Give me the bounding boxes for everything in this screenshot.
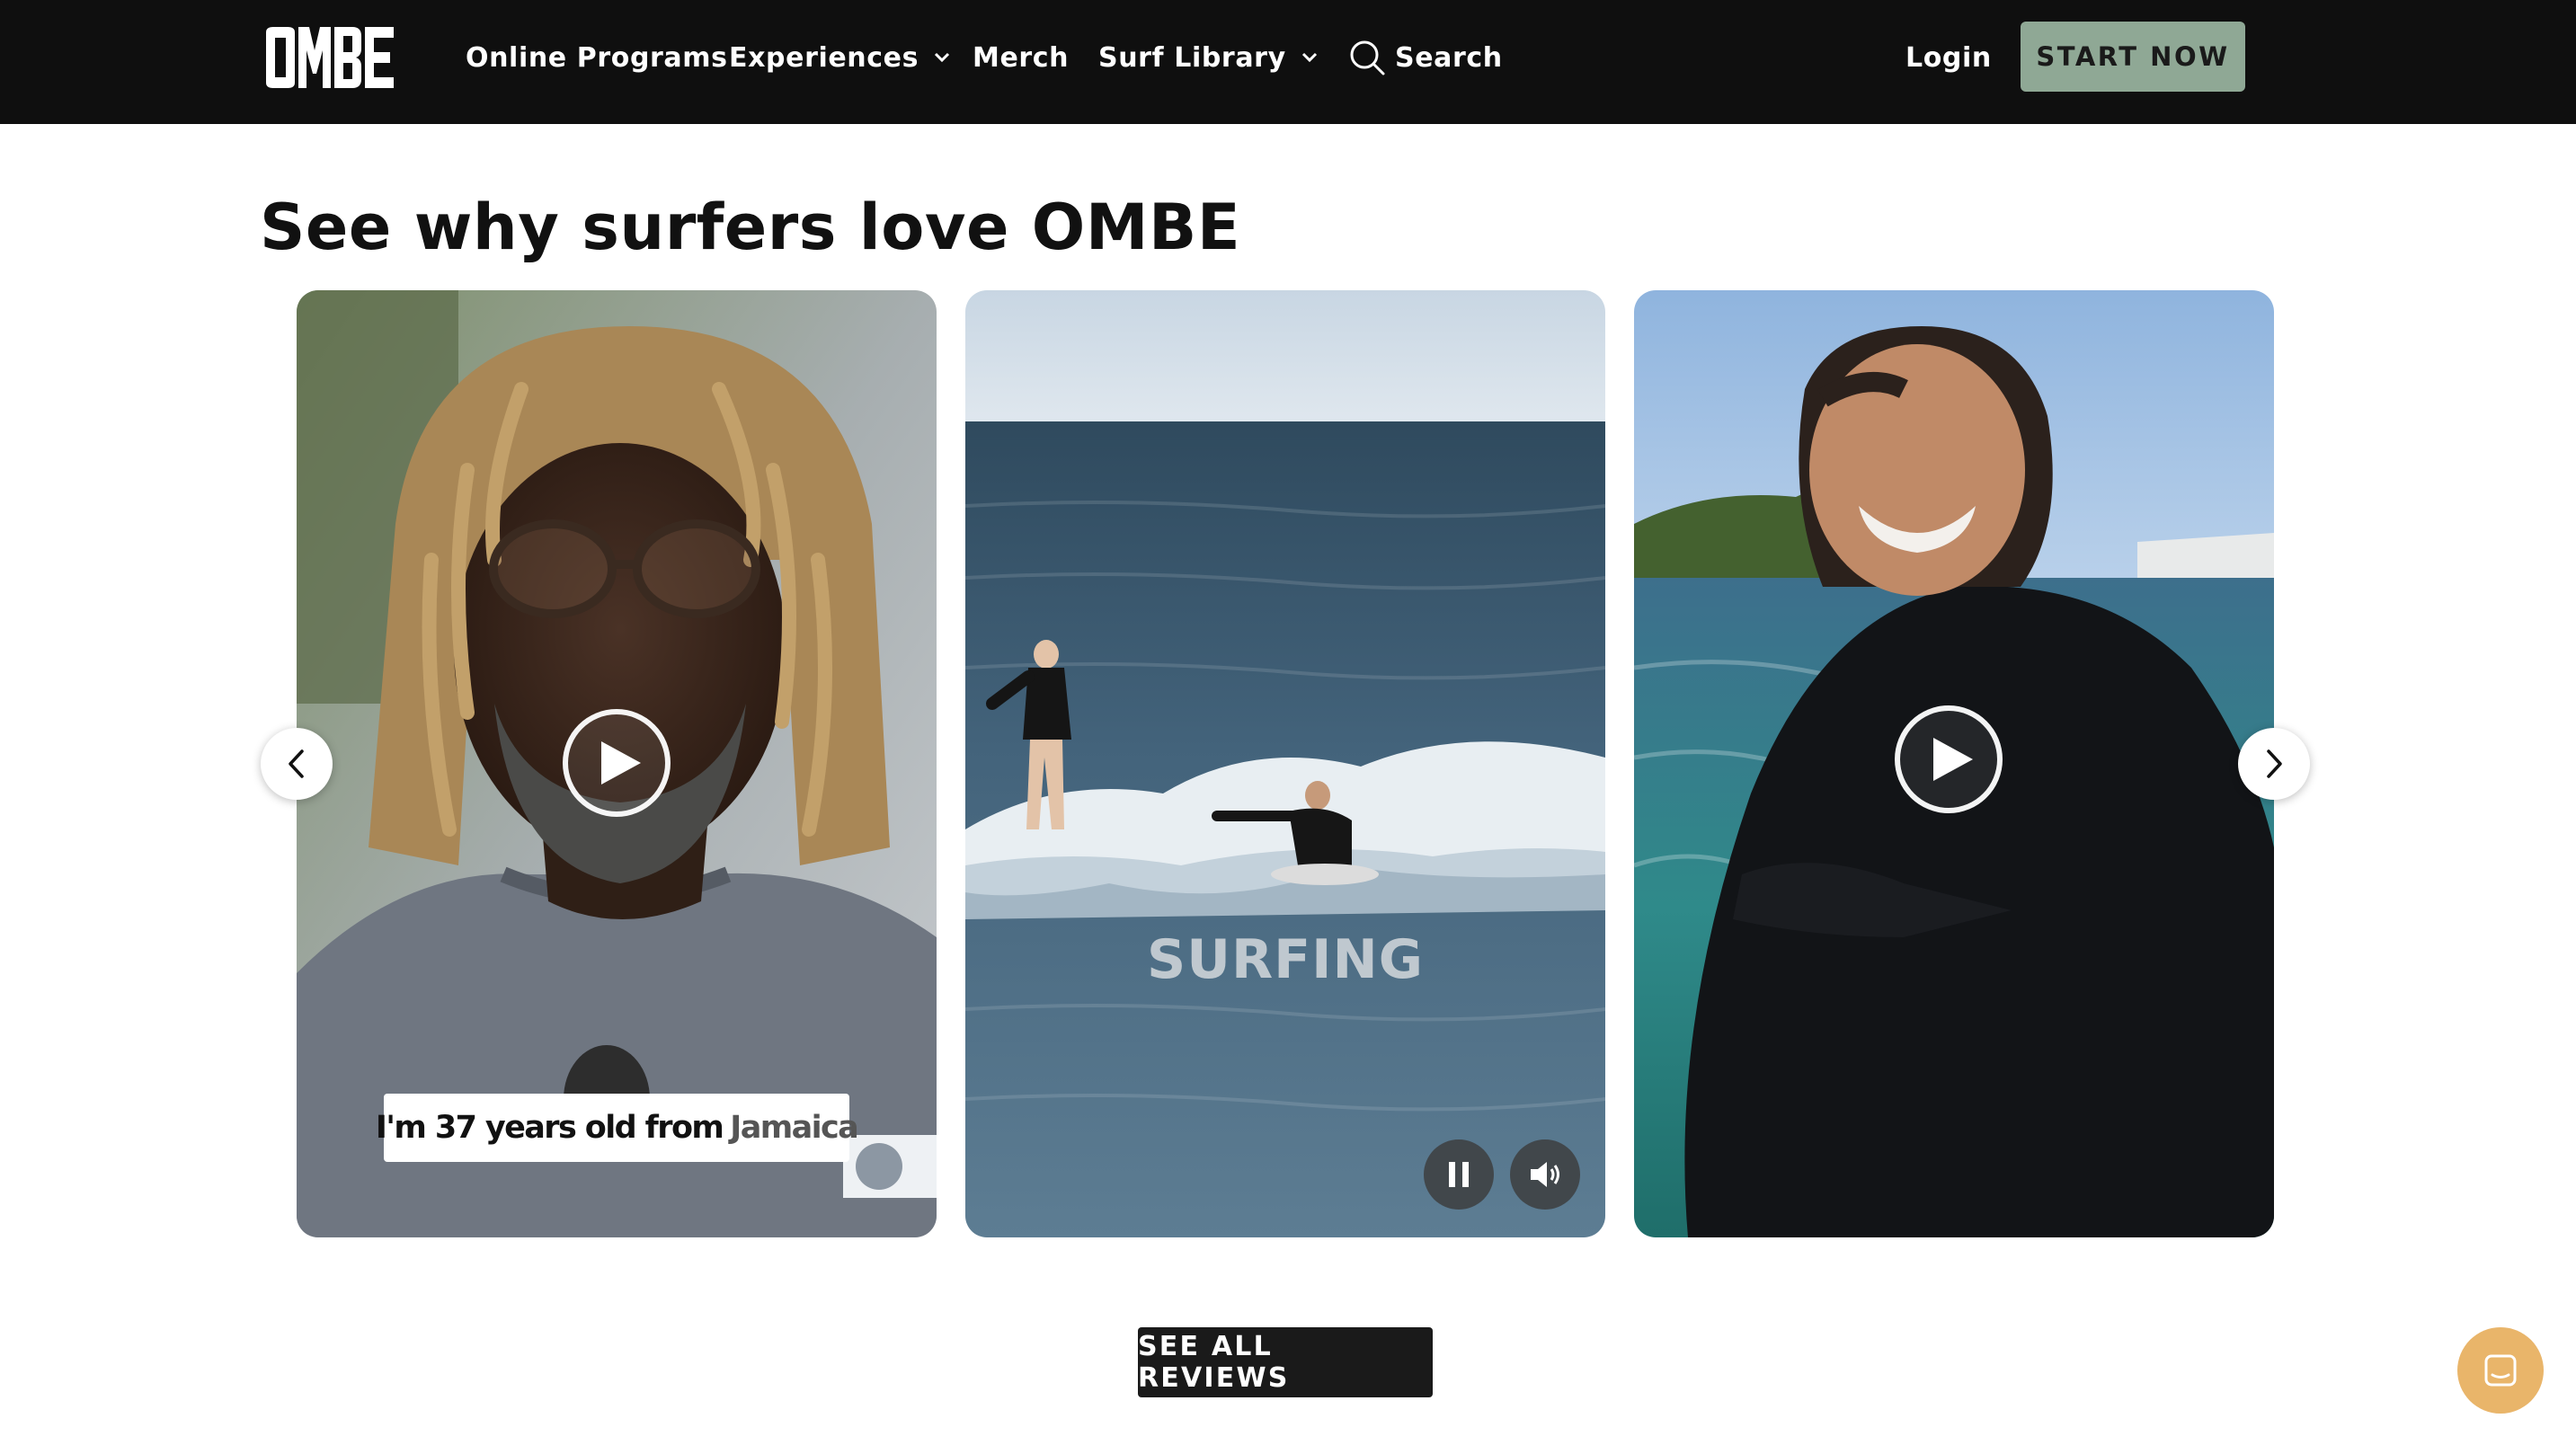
chevron-down-icon xyxy=(934,52,950,63)
chevron-right-icon xyxy=(2267,749,2282,778)
nav-link-experiences[interactable]: Experiences xyxy=(729,0,951,115)
volume-button[interactable] xyxy=(1510,1139,1580,1210)
caption-text: I'm 37 years old from xyxy=(375,1110,724,1146)
volume-icon xyxy=(1531,1162,1559,1187)
login-label: Login xyxy=(1905,41,1992,74)
login-link[interactable]: Login xyxy=(1905,0,1992,115)
pause-button[interactable] xyxy=(1424,1139,1494,1210)
chevron-down-icon xyxy=(1301,52,1317,63)
play-button[interactable] xyxy=(563,709,671,817)
caption-highlight: Jamaica xyxy=(730,1110,859,1146)
chevron-left-icon xyxy=(289,749,304,778)
carousel-prev-button[interactable] xyxy=(261,728,333,800)
start-now-button[interactable]: START NOW xyxy=(2021,22,2245,92)
search-icon xyxy=(1350,40,1385,75)
testimonial-video-card-3[interactable] xyxy=(1634,290,2274,1237)
nav-link-online-programs[interactable]: Online Programs xyxy=(466,0,728,115)
section-title: See why surfers love OMBE xyxy=(260,191,1241,264)
search-label: Search xyxy=(1395,41,1503,74)
play-icon xyxy=(1933,738,1973,781)
nav-link-label: Merch xyxy=(973,41,1070,74)
top-navigation: Online Programs Experiences Merch Surf L… xyxy=(0,0,2576,124)
nav-link-label: Online Programs xyxy=(466,41,728,74)
nav-link-label: Surf Library xyxy=(1098,41,1286,74)
chat-icon xyxy=(2484,1354,2517,1387)
carousel-next-button[interactable] xyxy=(2238,728,2310,800)
video-caption: I'm 37 years old from Jamaica xyxy=(376,1094,859,1162)
chat-launcher-button[interactable] xyxy=(2457,1327,2544,1414)
nav-link-label: Experiences xyxy=(729,41,919,74)
testimonial-video-card-2[interactable]: SURFING xyxy=(965,290,1605,1237)
play-button[interactable] xyxy=(1895,705,2003,813)
surfing-video-frame xyxy=(965,290,1605,1237)
nav-link-merch[interactable]: Merch xyxy=(973,0,1069,115)
play-icon xyxy=(601,741,641,785)
ombe-logo[interactable] xyxy=(262,23,395,92)
testimonial-video-card-1[interactable]: I'm 37 years old from Jamaica xyxy=(297,290,937,1237)
video-overlay-text: SURFING xyxy=(1147,928,1424,991)
see-all-reviews-button[interactable]: SEE ALL REVIEWS xyxy=(1138,1327,1433,1397)
search-button[interactable]: Search xyxy=(1348,0,1503,115)
pause-icon xyxy=(1449,1162,1469,1187)
nav-link-surf-library[interactable]: Surf Library xyxy=(1098,0,1319,115)
